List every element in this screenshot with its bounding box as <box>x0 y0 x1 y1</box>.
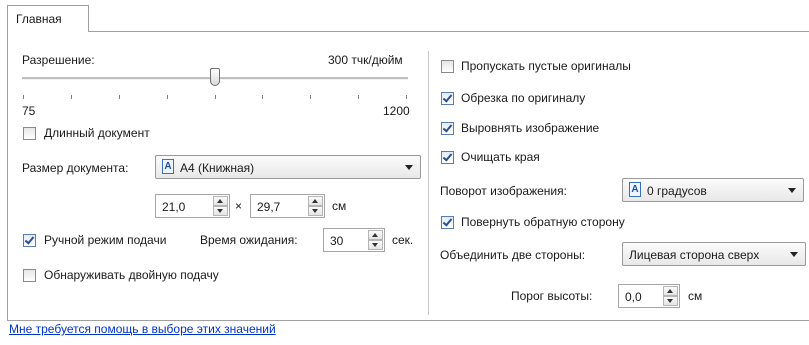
slider-tick <box>310 95 311 99</box>
long-document-label: Длинный документ <box>44 126 150 140</box>
slider-tick <box>71 95 72 99</box>
straighten-image-label: Выровнять изображение <box>461 121 600 135</box>
crop-original-label: Обрезка по оригиналу <box>461 91 586 105</box>
timeout-label: Время ожидания: <box>200 233 298 247</box>
manual-feed-label: Ручной режим подачи <box>44 233 167 247</box>
slider-tick <box>23 95 24 99</box>
document-height-stepper[interactable]: 29,7 <box>250 194 325 218</box>
timeout-increment-button[interactable] <box>368 230 383 240</box>
resolution-slider-thumb[interactable] <box>210 68 220 86</box>
slider-tick <box>119 95 120 99</box>
crop-original-checkbox[interactable] <box>441 92 454 105</box>
long-document-checkbox[interactable] <box>23 127 36 140</box>
timeout-stepper[interactable]: 30 <box>323 228 385 252</box>
portrait-page-icon: A <box>162 159 174 174</box>
rotate-image-label: Поворот изображения: <box>440 184 567 198</box>
merge-sides-dropdown[interactable]: Лицевая сторона сверх <box>622 242 806 266</box>
resolution-max-label: 1200 <box>383 104 410 118</box>
skip-blank-label: Пропускать пустые оригиналы <box>461 59 631 73</box>
double-feed-label: Обнаруживать двойную подачу <box>44 268 219 282</box>
slider-tick <box>215 95 216 99</box>
threshold-decrement-button[interactable] <box>663 296 678 306</box>
chevron-down-icon <box>788 188 796 193</box>
resolution-min-label: 75 <box>22 104 36 118</box>
skip-blank-checkbox[interactable] <box>441 60 454 73</box>
chevron-down-icon <box>405 165 413 170</box>
height-increment-button[interactable] <box>308 196 323 206</box>
height-threshold-stepper[interactable]: 0,0 <box>618 284 680 308</box>
clean-edges-checkbox[interactable] <box>441 151 454 164</box>
height-threshold-unit: см <box>688 289 703 303</box>
rotate-image-dropdown[interactable]: A 0 градусов <box>622 178 804 202</box>
slider-tick <box>167 95 168 99</box>
double-feed-checkbox[interactable] <box>23 269 36 282</box>
document-width-stepper[interactable]: 21,0 <box>155 194 230 218</box>
timeout-value: 30 <box>330 234 344 248</box>
rotate-image-selected: 0 градусов <box>647 184 707 198</box>
height-threshold-value: 0,0 <box>625 290 642 304</box>
threshold-increment-button[interactable] <box>663 286 678 296</box>
rotate-back-side-label: Повернуть обратную сторону <box>461 215 625 229</box>
column-divider <box>428 51 429 315</box>
slider-tick <box>406 95 407 99</box>
width-increment-button[interactable] <box>213 196 228 206</box>
straighten-image-checkbox[interactable] <box>441 122 454 135</box>
document-size-dropdown[interactable]: A A4 (Книжная) <box>155 155 421 179</box>
document-size-label: Размер документа: <box>22 161 129 175</box>
resolution-value: 300 тчк/дюйм <box>328 53 403 67</box>
tab-main-label: Главная <box>16 12 62 26</box>
help-link[interactable]: Мне требуется помощь в выборе этих значе… <box>9 322 276 336</box>
timeout-unit: сек. <box>392 233 414 247</box>
merge-sides-selected: Лицевая сторона сверх <box>629 248 760 262</box>
manual-feed-checkbox[interactable] <box>23 234 36 247</box>
rotate-back-side-checkbox[interactable] <box>441 216 454 229</box>
merge-sides-label: Объединить две стороны: <box>440 248 586 262</box>
tab-main[interactable]: Главная <box>7 5 89 32</box>
slider-tick <box>358 95 359 99</box>
chevron-down-icon <box>790 252 798 257</box>
portrait-page-icon: A <box>629 182 641 197</box>
height-threshold-label: Порог высоты: <box>511 289 593 303</box>
document-size-unit: см <box>332 199 347 213</box>
resolution-label: Разрешение: <box>22 53 95 67</box>
times-sign: × <box>235 199 243 213</box>
clean-edges-label: Очищать края <box>461 150 540 164</box>
document-height-value: 29,7 <box>257 200 281 214</box>
slider-tick <box>262 95 263 99</box>
document-size-selected: A4 (Книжная) <box>180 161 255 175</box>
timeout-decrement-button[interactable] <box>368 240 383 250</box>
height-decrement-button[interactable] <box>308 206 323 216</box>
document-width-value: 21,0 <box>162 200 186 214</box>
width-decrement-button[interactable] <box>213 206 228 216</box>
